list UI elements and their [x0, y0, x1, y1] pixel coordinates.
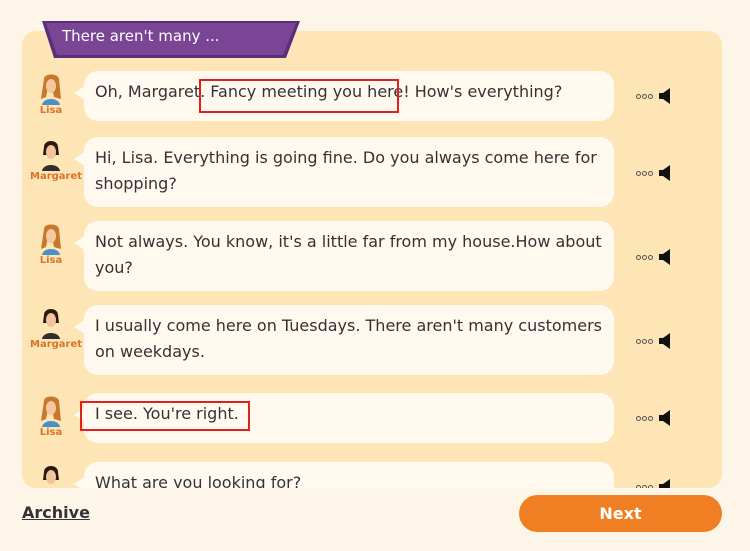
archive-link[interactable]: Archive — [22, 503, 90, 522]
speaker-lisa: Lisa — [30, 395, 72, 438]
message-bubble: Not always. You know, it's a little far … — [74, 221, 614, 291]
speaker-icon[interactable] — [659, 479, 673, 488]
message-bubble: I see. You're right. — [74, 393, 614, 443]
message-controls — [636, 163, 673, 183]
margaret-avatar-icon — [43, 466, 59, 484]
message-controls — [636, 247, 673, 267]
speaker-name: Lisa — [39, 427, 63, 438]
message-controls — [636, 477, 673, 488]
message-controls — [636, 331, 673, 351]
speaker-lisa: Lisa — [30, 73, 72, 116]
speaker-icon[interactable] — [659, 333, 673, 349]
more-dots-icon[interactable] — [636, 484, 653, 488]
dialogue-title-tab: There aren't many ... — [42, 21, 300, 58]
lisa-avatar-icon — [41, 74, 61, 105]
margaret-avatar-icon — [42, 141, 60, 171]
next-button[interactable]: Next — [519, 495, 722, 532]
dialogue-title: There aren't many ... — [62, 27, 220, 45]
speaker-name: Margaret — [30, 339, 83, 350]
speaker-icon[interactable] — [659, 410, 673, 426]
message-text: What are you looking for? — [95, 473, 302, 488]
speaker-margaret: Margaret — [30, 307, 83, 350]
lisa-avatar-icon — [41, 224, 61, 255]
message-controls — [636, 408, 673, 428]
more-dots-icon[interactable] — [636, 170, 653, 176]
speaker-margaret: Margaret — [30, 139, 83, 182]
message-bubble: Oh, Margaret. Fancy meeting you here! Ho… — [74, 71, 614, 121]
lisa-avatar-icon — [41, 396, 61, 427]
message-text: Hi, Lisa. Everything is going fine. Do y… — [95, 148, 597, 193]
more-dots-icon[interactable] — [636, 338, 653, 344]
message-text: I see. You're right. — [95, 404, 239, 423]
speaker-margaret — [30, 464, 72, 488]
message-text: Not always. You know, it's a little far … — [95, 232, 602, 277]
message-bubble: Hi, Lisa. Everything is going fine. Do y… — [74, 137, 614, 207]
more-dots-icon[interactable] — [636, 415, 653, 421]
message-text: I usually come here on Tuesdays. There a… — [95, 316, 602, 361]
speaker-name: Lisa — [39, 255, 63, 266]
message-bubble: What are you looking for? — [74, 462, 614, 488]
message-text: Oh, Margaret. Fancy meeting you here! Ho… — [95, 82, 563, 101]
speaker-icon[interactable] — [659, 165, 673, 181]
speaker-lisa: Lisa — [30, 223, 72, 266]
speaker-name: Margaret — [30, 171, 83, 182]
dialogue-panel[interactable]: Lisa Oh, Margaret. Fancy meeting you her… — [22, 31, 722, 488]
message-controls — [636, 86, 673, 106]
more-dots-icon[interactable] — [636, 254, 653, 260]
message-bubble: I usually come here on Tuesdays. There a… — [74, 305, 614, 375]
more-dots-icon[interactable] — [636, 93, 653, 99]
speaker-name: Lisa — [39, 105, 63, 116]
speaker-icon[interactable] — [659, 88, 673, 104]
speaker-icon[interactable] — [659, 249, 673, 265]
margaret-avatar-icon — [42, 309, 60, 339]
